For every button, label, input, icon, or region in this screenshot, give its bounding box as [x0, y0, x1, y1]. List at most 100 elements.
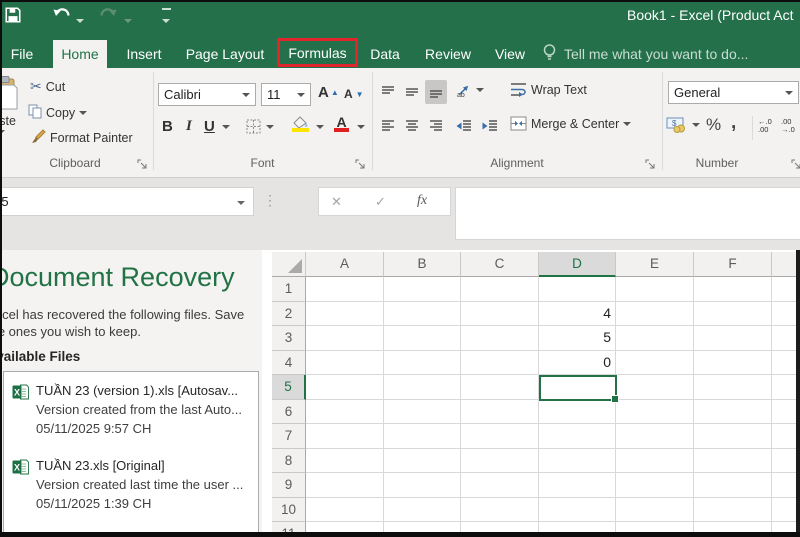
name-box[interactable]: D5: [0, 187, 254, 216]
grid-cell[interactable]: [384, 448, 461, 473]
grid-cell[interactable]: [772, 350, 797, 375]
cut-button[interactable]: ✂ Cut: [30, 78, 65, 95]
align-center-button[interactable]: [401, 114, 423, 138]
grid-cell[interactable]: [306, 277, 384, 302]
fill-color-dropdown-icon[interactable]: [316, 125, 324, 129]
grid-cell[interactable]: [539, 277, 616, 302]
selected-cell-outline[interactable]: [539, 375, 619, 403]
column-header[interactable]: F: [694, 252, 772, 277]
copy-button[interactable]: Copy: [28, 104, 88, 122]
grid-cell[interactable]: [694, 375, 772, 400]
grid-cell[interactable]: [616, 473, 694, 498]
grid-cell[interactable]: [616, 399, 694, 424]
grid-cell[interactable]: [616, 424, 694, 449]
underline-button[interactable]: U: [204, 118, 215, 135]
grid-cell[interactable]: [384, 424, 461, 449]
insert-function-icon[interactable]: fx: [417, 193, 427, 209]
grid-cell[interactable]: [772, 301, 797, 326]
wrap-text-button[interactable]: Wrap Text: [510, 82, 587, 97]
grid-cell[interactable]: [384, 473, 461, 498]
grid-cell[interactable]: 0: [539, 350, 616, 375]
grid-cell[interactable]: [539, 497, 616, 522]
align-top-button[interactable]: [377, 80, 399, 104]
tell-me-box[interactable]: Tell me what you want to do...: [542, 40, 748, 68]
decrease-indent-button[interactable]: [453, 114, 475, 138]
grid-cell[interactable]: [616, 301, 694, 326]
row-header[interactable]: 2: [272, 301, 306, 326]
align-middle-button[interactable]: [401, 80, 423, 104]
grid-cell[interactable]: [772, 326, 797, 351]
grid-cell[interactable]: [694, 497, 772, 522]
grid-cell[interactable]: [694, 277, 772, 302]
italic-button[interactable]: I: [186, 118, 192, 135]
number-format-combo[interactable]: General: [668, 81, 799, 104]
grid-cell[interactable]: [539, 399, 616, 424]
grid-cell[interactable]: [306, 424, 384, 449]
font-size-combo[interactable]: 11: [261, 83, 311, 106]
grid-cell[interactable]: [539, 473, 616, 498]
customize-quick-access-icon[interactable]: [162, 8, 171, 30]
font-color-dropdown-icon[interactable]: [357, 125, 365, 129]
grid-cell[interactable]: [694, 473, 772, 498]
row-header[interactable]: 10: [272, 497, 306, 522]
percent-style-button[interactable]: %: [706, 115, 721, 135]
decrease-font-size-button[interactable]: A ▼: [344, 87, 364, 101]
tab-file[interactable]: File: [0, 40, 44, 68]
grid-cell[interactable]: [616, 497, 694, 522]
grid-cell[interactable]: [461, 350, 539, 375]
column-header[interactable]: C: [461, 252, 539, 277]
tab-insert[interactable]: Insert: [116, 40, 172, 68]
grid-cell[interactable]: [694, 301, 772, 326]
grid-cell[interactable]: [539, 424, 616, 449]
row-header[interactable]: 6: [272, 399, 306, 424]
recovered-file-item[interactable]: X TUẦN 23 (version 1).xls [Autosav... Ve…: [4, 383, 258, 443]
grid-cell[interactable]: 5: [539, 326, 616, 351]
grid-cell[interactable]: [384, 375, 461, 400]
number-dialog-launcher-icon[interactable]: [791, 157, 800, 169]
grid-cell[interactable]: [772, 399, 797, 424]
row-header[interactable]: 4: [272, 350, 306, 375]
font-dialog-launcher-icon[interactable]: [355, 157, 366, 169]
grid-cell[interactable]: [461, 473, 539, 498]
tab-view[interactable]: View: [485, 40, 535, 68]
font-name-combo[interactable]: Calibri: [158, 83, 256, 106]
undo-dropdown-icon[interactable]: [76, 12, 84, 30]
grid-cell[interactable]: [461, 424, 539, 449]
save-icon[interactable]: [4, 6, 22, 29]
grid-cell[interactable]: [306, 301, 384, 326]
grid-cell[interactable]: [616, 326, 694, 351]
fill-handle[interactable]: [611, 394, 619, 403]
borders-button[interactable]: [246, 119, 261, 134]
decrease-decimal-button[interactable]: .00 →.0: [781, 118, 795, 134]
grid-cell[interactable]: [772, 448, 797, 473]
grid-cell[interactable]: [306, 497, 384, 522]
alignment-dialog-launcher-icon[interactable]: [645, 157, 656, 169]
increase-decimal-button[interactable]: ←.0 .00: [758, 118, 772, 134]
cancel-icon[interactable]: ✕: [331, 194, 342, 210]
increase-font-size-button[interactable]: A ▲: [318, 84, 339, 101]
formula-bar-grip-icon[interactable]: ⋮: [263, 192, 277, 209]
undo-icon[interactable]: [52, 6, 72, 27]
paste-button[interactable]: [0, 76, 18, 112]
grid-cell[interactable]: [306, 350, 384, 375]
accounting-format-button[interactable]: $: [666, 116, 700, 133]
grid-cell[interactable]: [539, 448, 616, 473]
bold-button[interactable]: B: [162, 118, 173, 135]
tab-home[interactable]: Home: [53, 40, 107, 68]
enter-icon[interactable]: ✓: [375, 194, 386, 210]
formula-input[interactable]: [455, 187, 800, 240]
grid-cell[interactable]: [616, 448, 694, 473]
grid-cell[interactable]: [461, 375, 539, 400]
tab-data[interactable]: Data: [361, 40, 409, 68]
tab-formulas[interactable]: Formulas: [277, 38, 358, 67]
align-right-button[interactable]: [425, 114, 447, 138]
grid-cell[interactable]: [772, 424, 797, 449]
fill-color-button[interactable]: [292, 116, 309, 132]
column-header[interactable]: [772, 252, 797, 277]
row-header[interactable]: 7: [272, 424, 306, 449]
grid-cell[interactable]: [461, 497, 539, 522]
select-all-corner[interactable]: [272, 252, 306, 277]
grid-cell[interactable]: [306, 326, 384, 351]
grid-cell[interactable]: [461, 301, 539, 326]
redo-icon[interactable]: [98, 6, 118, 27]
